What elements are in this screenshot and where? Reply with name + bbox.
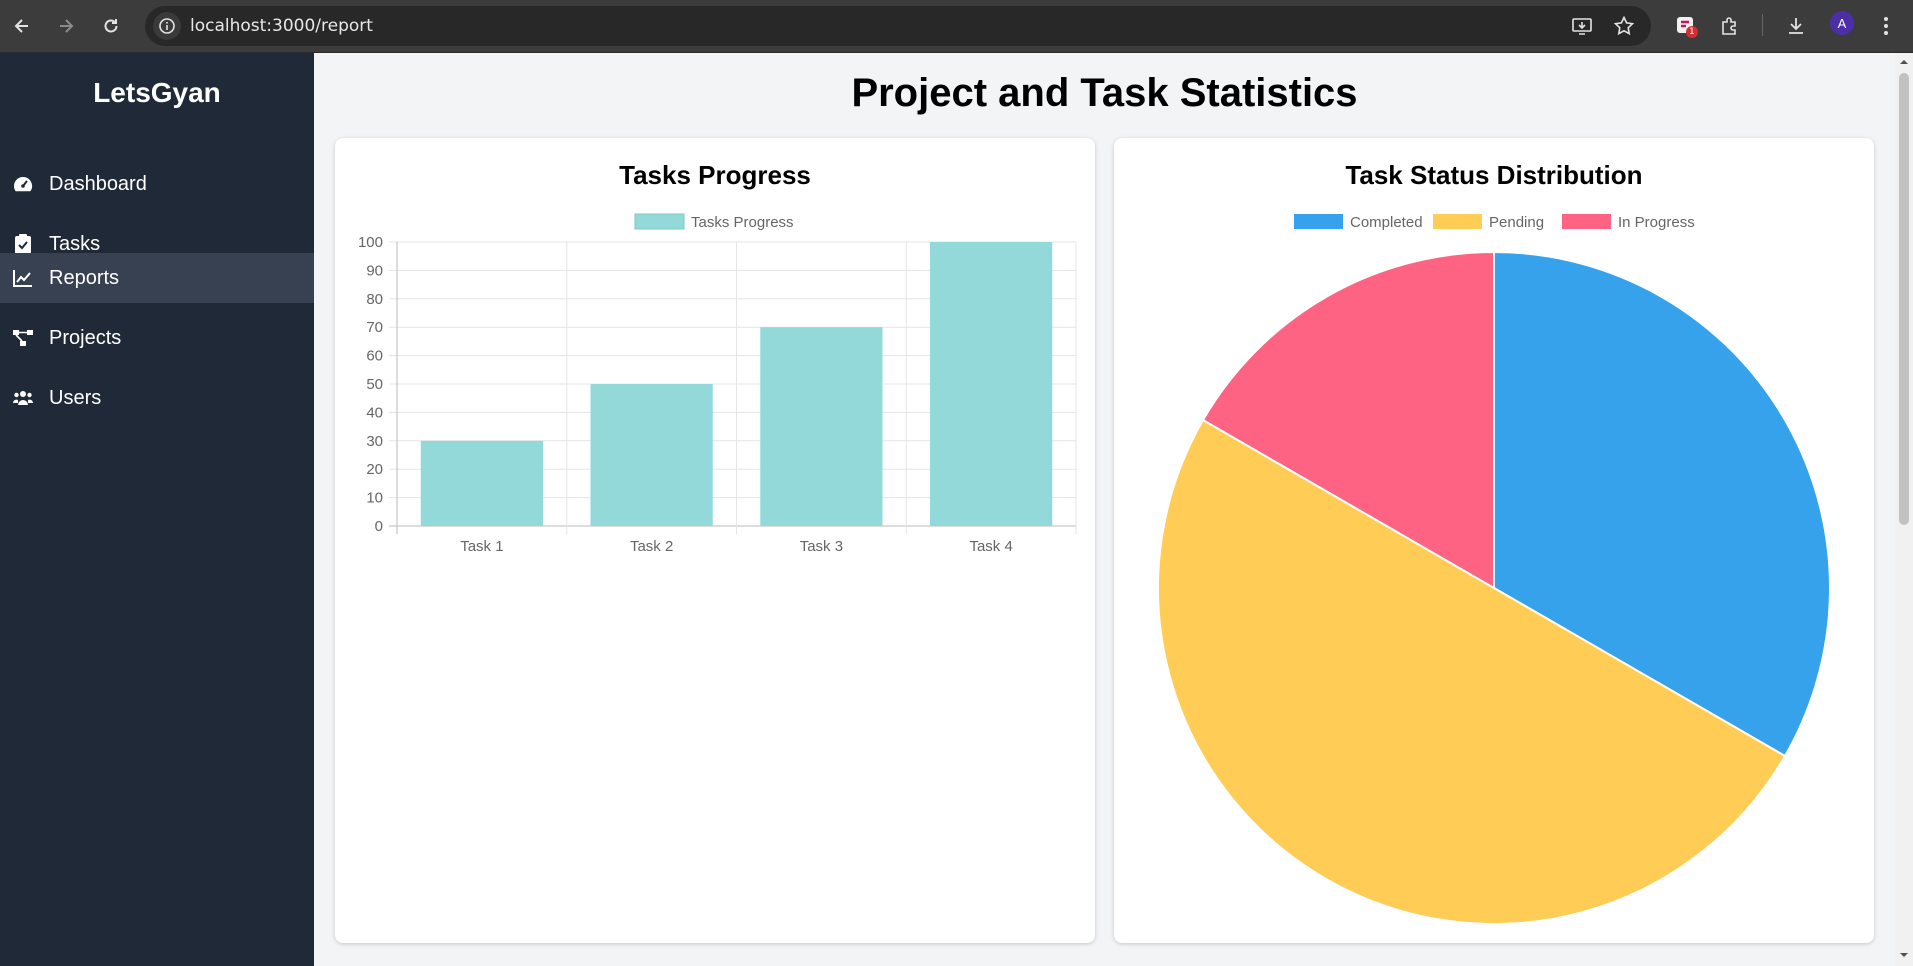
legend-label: Completed (1350, 214, 1423, 231)
x-tick-label: Task 3 (800, 538, 843, 555)
page-scrollbar[interactable] (1895, 53, 1913, 966)
sidebar-item-label: Projects (49, 327, 122, 349)
x-tick-label: Task 4 (969, 538, 1012, 555)
bar[interactable] (930, 242, 1053, 526)
sidebar-item-users[interactable]: Users (0, 373, 314, 423)
chart-legend[interactable]: Tasks Progress (634, 213, 794, 231)
legend-swatch (1433, 214, 1482, 229)
profile-avatar[interactable]: A (1830, 11, 1854, 35)
task-status-card: Task Status Distribution Completed Pendin… (1114, 138, 1874, 943)
project-diagram-icon (13, 328, 33, 348)
y-tick-label: 20 (366, 461, 383, 478)
x-tick-label: Task 2 (630, 538, 673, 555)
brand-logo[interactable]: LetsGyan (0, 77, 314, 109)
task-status-chart: Completed Pending In Progress (1157, 214, 1831, 925)
bookmark-star-icon[interactable] (1612, 14, 1636, 38)
x-tick-label: Task 1 (460, 538, 503, 555)
page-title: Project and Task Statistics (851, 71, 1358, 115)
reload-icon[interactable] (93, 8, 129, 44)
gauge-icon (13, 174, 33, 194)
chart-line-icon (13, 268, 33, 288)
sidebar-item-label: Reports (49, 267, 120, 289)
legend-swatch (634, 213, 685, 230)
y-tick-label: 60 (366, 348, 383, 365)
y-tick-label: 100 (358, 234, 383, 251)
sidebar-item-label: Dashboard (49, 173, 147, 195)
extension-icon[interactable]: 1 (1670, 10, 1702, 42)
chart-legend[interactable]: Completed Pending In Progress (1294, 214, 1695, 231)
legend-swatch (1294, 214, 1343, 229)
download-icon[interactable] (1780, 10, 1812, 42)
scroll-down-icon[interactable] (1899, 950, 1909, 960)
scroll-up-icon[interactable] (1899, 57, 1909, 67)
tasks-progress-card: Tasks Progress Tasks Progress 0 10 20 30 40 50… (335, 138, 1095, 943)
legend-label: In Progress (1618, 214, 1695, 231)
y-tick-label: 10 (366, 490, 383, 507)
install-app-icon[interactable] (1570, 14, 1594, 38)
back-icon[interactable] (4, 8, 40, 44)
sidebar-item-dashboard[interactable]: Dashboard (0, 159, 314, 209)
menu-dots-icon[interactable] (1870, 10, 1902, 42)
y-tick-label: 50 (366, 376, 383, 393)
users-icon (13, 388, 33, 408)
bar[interactable] (590, 384, 713, 526)
url-text[interactable]: localhost:3000/report (190, 6, 373, 46)
sidebar-item-projects[interactable]: Projects (0, 313, 314, 363)
browser-toolbar: localhost:3000/report 1 A (0, 0, 1913, 53)
y-tick-label: 90 (366, 262, 383, 279)
puzzle-icon[interactable] (1714, 10, 1746, 42)
sidebar-item-reports[interactable]: Reports (0, 253, 314, 303)
toolbar-divider (1762, 14, 1763, 36)
legend-label: Tasks Progress (691, 214, 794, 231)
site-info-icon[interactable] (153, 12, 181, 40)
main-content: Project and Task Statistics Tasks Progre… (314, 53, 1895, 966)
legend-swatch (1562, 214, 1611, 229)
y-tick-label: 70 (366, 319, 383, 336)
clipboard-check-icon (13, 234, 33, 254)
bar[interactable] (760, 327, 883, 526)
sidebar-item-label: Users (49, 387, 102, 409)
avatar-letter: A (1837, 15, 1847, 31)
scroll-thumb[interactable] (1899, 73, 1909, 525)
forward-icon[interactable] (48, 8, 84, 44)
y-tick-label: 40 (366, 404, 383, 421)
bar[interactable] (420, 440, 543, 526)
legend-label: Pending (1489, 214, 1544, 231)
sidebar: LetsGyan Dashboard Tasks Reports Project… (0, 53, 314, 966)
y-tick-label: 30 (366, 433, 383, 450)
y-tick-label: 80 (366, 291, 383, 308)
tasks-progress-chart: Tasks Progress 0 10 20 30 40 50 60 70 80 90 100 Task… (358, 213, 1077, 555)
y-tick-label: 0 (375, 518, 383, 535)
extension-badge: 1 (1689, 27, 1695, 37)
address-bar[interactable]: localhost:3000/report (145, 6, 1651, 46)
